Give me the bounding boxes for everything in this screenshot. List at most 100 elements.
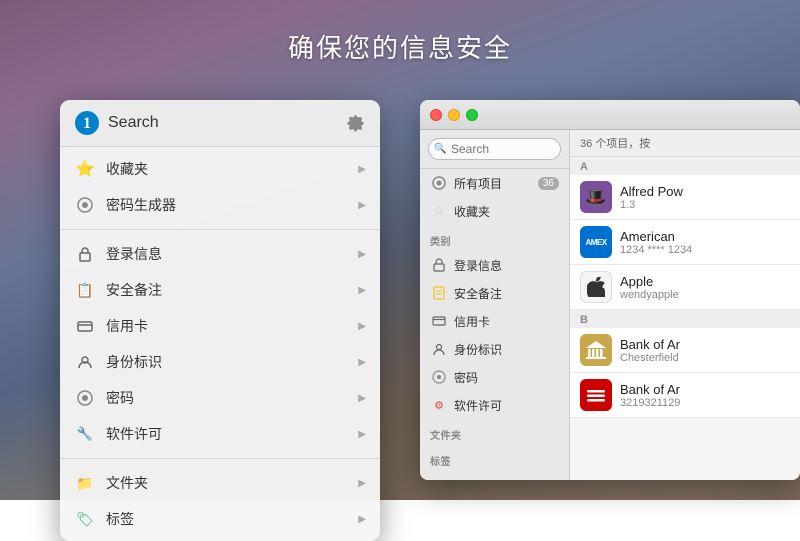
dropdown-item-software[interactable]: 🔧 软件许可 ▶: [60, 416, 380, 452]
amex-name: American: [620, 229, 790, 244]
software-icon: 🔧: [74, 423, 96, 445]
content-area: 36 个项目，按 A 🎩 Alfred Pow 1.3 AMEX America…: [570, 130, 800, 480]
dropdown-item-password-gen[interactable]: 密码生成器 ▶: [60, 187, 380, 223]
chevron-icon: ▶: [358, 285, 366, 296]
bank2-sub: 3219321129: [620, 397, 790, 409]
identities-sidebar-label: 身份标识: [454, 341, 559, 358]
section-letter-a: A: [570, 157, 800, 175]
onepassword-logo: 1: [74, 110, 100, 136]
amex-text: AMEX: [585, 238, 606, 247]
alfred-sub: 1.3: [620, 199, 790, 211]
bank2-info: Bank of Ar 3219321129: [620, 382, 790, 409]
dropdown-header: 1 Search: [60, 100, 380, 147]
dropdown-item-favorites[interactable]: ⭐ 收藏夹 ▶: [60, 151, 380, 187]
dropdown-item-secure-notes[interactable]: 📋 安全备注 ▶: [60, 272, 380, 308]
tags-icon: 🏷: [74, 508, 96, 530]
chevron-icon: ▶: [358, 249, 366, 260]
entry-amex[interactable]: AMEX American 1234 **** 1234: [570, 220, 800, 265]
dropdown-section-2: 登录信息 ▶ 📋 安全备注 ▶ 信用卡 ▶ 身份标识 ▶ 密码: [60, 232, 380, 456]
dropdown-menu: 1 Search ⭐ 收藏夹 ▶ 密码生成器 ▶ 登录信息: [60, 100, 380, 541]
sidebar-section-categories: 类别: [420, 225, 569, 251]
password-gen-label: 密码生成器: [106, 195, 358, 215]
amex-info: American 1234 **** 1234: [620, 229, 790, 256]
close-button[interactable]: [430, 109, 442, 121]
dropdown-item-tags[interactable]: 🏷 标签 ▶: [60, 501, 380, 537]
identities-icon: [74, 351, 96, 373]
bank1-sub: Chesterfield: [620, 352, 790, 364]
dropdown-item-passwords[interactable]: 密码 ▶: [60, 380, 380, 416]
folders-icon: 📁: [74, 472, 96, 494]
bank1-info: Bank of Ar Chesterfield: [620, 337, 790, 364]
apple-sub: wendyapple: [620, 289, 790, 301]
alfred-name: Alfred Pow: [620, 184, 790, 199]
sidebar-item-software[interactable]: ⚙ 软件许可: [420, 391, 569, 419]
minimize-button[interactable]: [448, 109, 460, 121]
search-input[interactable]: [428, 138, 561, 160]
dropdown-item-logins[interactable]: 登录信息 ▶: [60, 236, 380, 272]
apple-info: Apple wendyapple: [620, 274, 790, 301]
sidebar-tags-header: 标签: [420, 445, 569, 471]
sidebar-item-passwords[interactable]: 密码: [420, 363, 569, 391]
secure-notes-icon: 📋: [74, 279, 96, 301]
gear-icon[interactable]: [346, 113, 366, 133]
folders-label: 文件夹: [106, 473, 358, 493]
traffic-lights: [430, 109, 478, 121]
secure-notes-label: 安全备注: [106, 280, 358, 300]
sidebar-item-favorites[interactable]: ☆ 收藏夹: [420, 197, 569, 225]
favorites-label: 收藏夹: [106, 159, 358, 179]
sidebar-item-secure-notes[interactable]: 安全备注: [420, 279, 569, 307]
alfred-info: Alfred Pow 1.3: [620, 184, 790, 211]
passwords-sidebar-label: 密码: [454, 369, 559, 386]
chevron-icon: ▶: [358, 514, 366, 525]
favorites-icon: ⭐: [74, 158, 96, 180]
apple-name: Apple: [620, 274, 790, 289]
svg-text:1: 1: [83, 115, 91, 132]
dropdown-item-credit-cards[interactable]: 信用卡 ▶: [60, 308, 380, 344]
credit-cards-icon: [74, 315, 96, 337]
sidebar-folders-header: 文件夹: [420, 419, 569, 445]
dropdown-search-label: Search: [108, 114, 346, 132]
all-items-badge: 36: [538, 177, 559, 190]
content-header: 36 个项目，按: [570, 130, 800, 157]
dropdown-section-3: 📁 文件夹 ▶ 🏷 标签 ▶: [60, 461, 380, 541]
secure-notes-sidebar-icon: [430, 284, 448, 302]
sidebar-item-all[interactable]: 所有项目 36: [420, 169, 569, 197]
entry-bank2[interactable]: Bank of Ar 3219321129: [570, 373, 800, 418]
search-icon: 🔍: [434, 144, 446, 155]
entry-apple[interactable]: Apple wendyapple: [570, 265, 800, 310]
dropdown-section-1: ⭐ 收藏夹 ▶ 密码生成器 ▶: [60, 147, 380, 227]
credit-cards-sidebar-icon: [430, 312, 448, 330]
bank1-icon: [580, 334, 612, 366]
entry-alfred[interactable]: 🎩 Alfred Pow 1.3: [570, 175, 800, 220]
bank2-name: Bank of Ar: [620, 382, 790, 397]
favorites-sidebar-label: 收藏夹: [454, 203, 559, 220]
software-sidebar-label: 软件许可: [454, 397, 559, 414]
dropdown-item-identities[interactable]: 身份标识 ▶: [60, 344, 380, 380]
logins-sidebar-icon: [430, 256, 448, 274]
maximize-button[interactable]: [466, 109, 478, 121]
tags-label: 标签: [106, 509, 358, 529]
window-titlebar: [420, 100, 800, 130]
apple-icon: [580, 271, 612, 303]
sidebar: 🔍 所有项目 36 ☆ 收藏夹 类别: [420, 130, 570, 480]
alfred-icon: 🎩: [580, 181, 612, 213]
chevron-icon: ▶: [358, 357, 366, 368]
software-label: 软件许可: [106, 424, 358, 444]
sidebar-item-identities[interactable]: 身份标识: [420, 335, 569, 363]
sidebar-audit-header: 安全审查: [420, 471, 569, 480]
page-title: 确保您的信息安全: [0, 28, 800, 65]
sidebar-item-credit-cards[interactable]: 信用卡: [420, 307, 569, 335]
bank2-icon: [580, 379, 612, 411]
entry-bank1[interactable]: Bank of Ar Chesterfield: [570, 328, 800, 373]
section-letter-b: B: [570, 310, 800, 328]
sidebar-item-logins[interactable]: 登录信息: [420, 251, 569, 279]
bank1-name: Bank of Ar: [620, 337, 790, 352]
amex-icon: AMEX: [580, 226, 612, 258]
chevron-icon: ▶: [358, 321, 366, 332]
all-items-label: 所有项目: [454, 175, 538, 192]
identities-sidebar-icon: [430, 340, 448, 358]
dropdown-item-folders[interactable]: 📁 文件夹 ▶: [60, 465, 380, 501]
credit-cards-sidebar-label: 信用卡: [454, 313, 559, 330]
divider-2: [60, 458, 380, 459]
logins-label: 登录信息: [106, 244, 358, 264]
